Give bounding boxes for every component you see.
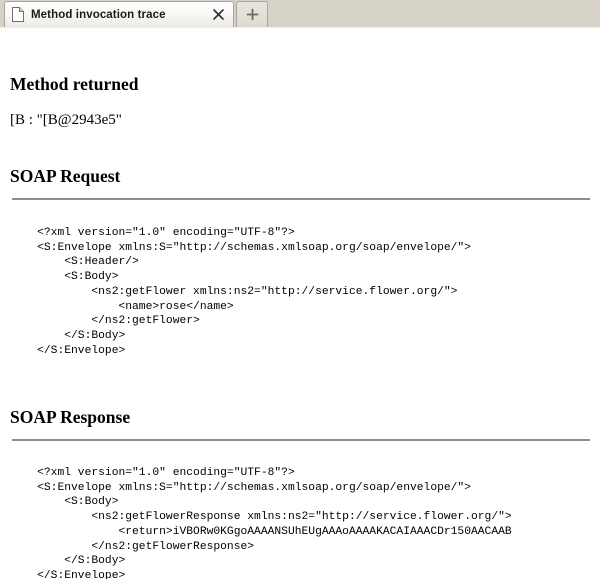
method-returned-title: Method returned — [10, 74, 139, 94]
divider-response — [12, 439, 590, 441]
soap-request-title: SOAP Request — [10, 166, 121, 186]
soap-response-title: SOAP Response — [10, 407, 131, 427]
tab-bar: Method invocation trace — [0, 0, 600, 29]
method-returned-value: [B : "[B@2943e5" — [10, 112, 122, 128]
soap-response-xml: <?xml version="1.0" encoding="UTF-8"?> <… — [37, 467, 512, 579]
tab-new[interactable] — [236, 1, 268, 27]
tab-method-invocation-trace[interactable]: Method invocation trace — [4, 1, 234, 27]
soap-request-xml: <?xml version="1.0" encoding="UTF-8"?> <… — [37, 227, 471, 357]
tab-label: Method invocation trace — [31, 8, 166, 21]
document-icon — [12, 7, 24, 22]
divider-request — [12, 198, 590, 200]
plus-icon — [246, 8, 259, 21]
trace-page: Method returned [B : "[B@2943e5" SOAP Re… — [0, 28, 600, 579]
close-icon[interactable] — [212, 8, 225, 21]
